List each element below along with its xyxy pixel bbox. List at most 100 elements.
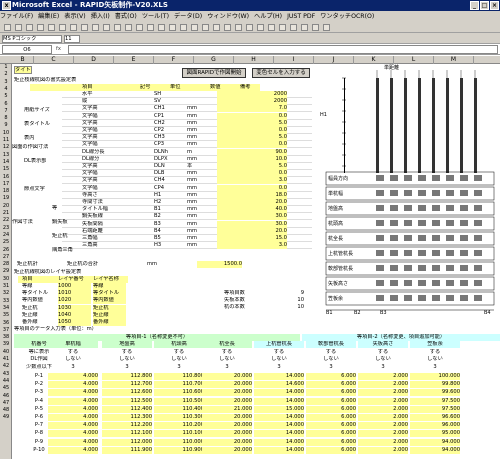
toolbar-button-icon[interactable] <box>26 24 33 31</box>
row-header-3[interactable]: 3 <box>0 79 12 86</box>
data-option-cell[interactable]: する <box>102 349 152 356</box>
worksheet[interactable]: タイトル 図面RAPIDで作図開始 変色セルを入力する 矩止枝線杭図の書式設定表… <box>12 64 500 459</box>
menu-item-10[interactable]: ワンタッチOCR(O) <box>320 13 374 20</box>
data-cell[interactable]: 4.000 <box>48 397 98 405</box>
toolbar-button-icon[interactable] <box>257 24 264 31</box>
data-cell[interactable]: 97.500 <box>410 397 460 405</box>
data-cell[interactable]: 2.000 <box>358 373 408 380</box>
row-header-37[interactable]: 37 <box>0 327 12 334</box>
data-cell[interactable]: 6.000 <box>306 422 356 430</box>
data-cell[interactable]: 6.000 <box>306 397 356 405</box>
row-header-5[interactable]: 5 <box>0 93 12 100</box>
data-cell[interactable]: 112.500 <box>102 397 152 405</box>
data-cell[interactable]: 110.800 <box>154 373 204 380</box>
data-cell[interactable]: 6.000 <box>306 389 356 397</box>
data-cell[interactable]: 4.000 <box>48 438 98 446</box>
menu-item-5[interactable]: ツール(T) <box>142 13 169 20</box>
row-header-30[interactable]: 30 <box>0 276 12 283</box>
toolbar-button-icon[interactable] <box>136 24 143 31</box>
data-cell[interactable]: 2.000 <box>358 389 408 397</box>
row-header-16[interactable]: 16 <box>0 174 12 181</box>
data-cell[interactable]: 112.100 <box>102 430 152 438</box>
row-header-29[interactable]: 29 <box>0 268 12 275</box>
toolbar-button-icon[interactable] <box>246 24 253 31</box>
layer-number[interactable]: 1040 <box>58 311 91 319</box>
layer-name[interactable]: 等線 <box>93 283 126 290</box>
row-header-23[interactable]: 23 <box>0 225 12 232</box>
maximize-button[interactable]: □ <box>480 1 489 10</box>
spec-value[interactable]: 30.0 <box>217 220 287 228</box>
data-option-cell[interactable]: 3 <box>154 364 204 371</box>
column-header-F[interactable]: F <box>154 56 194 64</box>
row-header-42[interactable]: 42 <box>0 363 12 370</box>
menu-item-0[interactable]: ファイル(F) <box>0 13 33 20</box>
menu-item-7[interactable]: ウィンドウ(W) <box>207 13 249 20</box>
data-cell[interactable]: 99.600 <box>410 389 460 397</box>
column-header-M[interactable]: M <box>434 56 474 64</box>
data-option-cell[interactable]: しない <box>410 356 460 363</box>
data-cell[interactable]: 20.000 <box>202 397 252 405</box>
font-select[interactable]: MS Pゴシック <box>2 35 62 43</box>
row-header-48[interactable]: 48 <box>0 407 12 414</box>
spec-value[interactable]: 15.0 <box>217 235 287 242</box>
spec-value[interactable]: 5.0 <box>217 134 287 142</box>
data-cell[interactable]: 14.000 <box>254 414 304 421</box>
font-size-select[interactable]: 11 <box>64 35 80 43</box>
row-header-49[interactable]: 49 <box>0 414 12 421</box>
column-header-J[interactable]: J <box>314 56 354 64</box>
row-header-9[interactable]: 9 <box>0 122 12 129</box>
row-header-39[interactable]: 39 <box>0 341 12 348</box>
data-cell[interactable]: 2.000 <box>358 446 408 454</box>
data-option-cell[interactable]: 3 <box>102 364 152 371</box>
data-option-cell[interactable]: しない <box>154 356 204 363</box>
toolbar-button-icon[interactable] <box>37 24 44 31</box>
spec-value[interactable]: 18.0 <box>217 191 287 199</box>
name-box[interactable]: O6 <box>2 45 52 54</box>
data-cell[interactable]: 14.000 <box>254 397 304 405</box>
layer-number[interactable]: 1010 <box>58 290 91 298</box>
data-cell[interactable]: 112.600 <box>102 389 152 397</box>
row-header-11[interactable]: 11 <box>0 137 12 144</box>
data-option-cell[interactable]: しない <box>254 356 304 363</box>
toolbar-button-icon[interactable] <box>103 24 110 31</box>
data-option-cell[interactable]: する <box>358 349 408 356</box>
data-cell[interactable]: 20.000 <box>202 373 252 380</box>
row-header-1[interactable]: 1 <box>0 64 12 71</box>
data-cell[interactable]: 110.400 <box>154 405 204 413</box>
data-cell[interactable]: 14.000 <box>254 373 304 380</box>
menu-item-3[interactable]: 挿入(I) <box>91 13 110 20</box>
layer-name[interactable]: 等内数値 <box>93 297 126 305</box>
data-option-cell[interactable]: 3 <box>254 364 304 371</box>
row-header-27[interactable]: 27 <box>0 254 12 261</box>
data-cell[interactable]: 4.000 <box>48 381 98 389</box>
data-cell[interactable]: 99.800 <box>410 381 460 389</box>
spec-value[interactable]: 5.0 <box>217 163 287 170</box>
row-header-40[interactable]: 40 <box>0 349 12 356</box>
data-cell[interactable]: 4.000 <box>48 405 98 413</box>
data-cell[interactable]: 2.000 <box>358 438 408 446</box>
row-header-17[interactable]: 17 <box>0 181 12 188</box>
spec-value[interactable]: 7.0 <box>217 105 287 113</box>
spec-value[interactable]: 30.0 <box>217 213 287 221</box>
spec-value[interactable]: 0.0 <box>217 127 287 134</box>
rapid-draw-button[interactable]: 図面RAPIDで作図開始 <box>182 68 246 78</box>
toolbar-button-icon[interactable] <box>290 24 297 31</box>
data-option-cell[interactable]: する <box>306 349 356 356</box>
data-cell[interactable]: 110.000 <box>154 438 204 446</box>
color-cell-input-button[interactable]: 変色セルを入力する <box>252 68 310 78</box>
row-header-35[interactable]: 35 <box>0 312 12 319</box>
toolbar-button-icon[interactable] <box>114 24 121 31</box>
menu-item-9[interactable]: JUST PDF <box>287 13 315 20</box>
row-header-25[interactable]: 25 <box>0 239 12 246</box>
spec-value[interactable]: 90.0 <box>217 148 287 156</box>
toolbar-button-icon[interactable] <box>70 24 77 31</box>
row-header-13[interactable]: 13 <box>0 152 12 159</box>
row-header-18[interactable]: 18 <box>0 188 12 195</box>
row-header-33[interactable]: 33 <box>0 298 12 305</box>
function-icon[interactable]: fx <box>56 45 66 54</box>
layer-number[interactable]: 1030 <box>58 304 91 312</box>
toolbar-button-icon[interactable] <box>147 24 154 31</box>
toolbar-button-icon[interactable] <box>213 24 220 31</box>
row-header-24[interactable]: 24 <box>0 232 12 239</box>
data-option-cell[interactable]: しない <box>358 356 408 363</box>
